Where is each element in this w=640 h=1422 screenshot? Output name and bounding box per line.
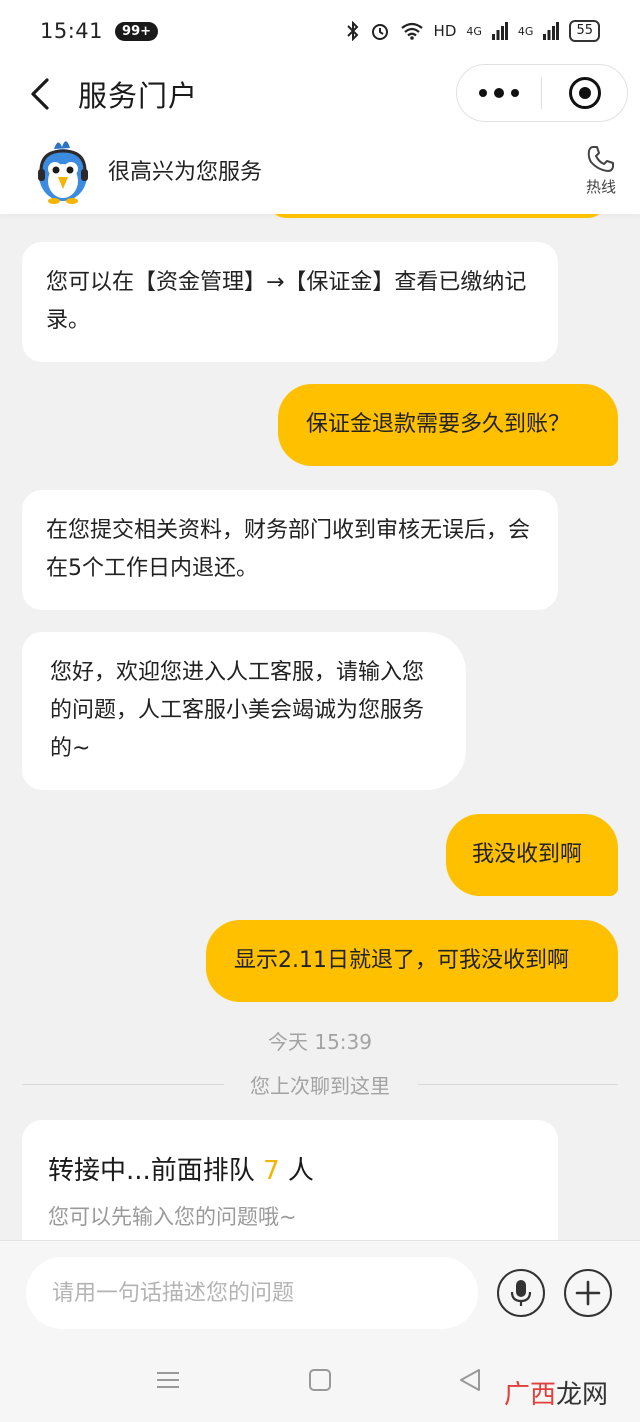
queue-prefix: 转接中...前面排队 [48, 1156, 264, 1186]
system-nav-bar: 广西 龙网 [0, 1340, 640, 1422]
menu-icon[interactable] [156, 1368, 180, 1392]
message-bubble-agent: 您好，欢迎您进入人工客服，请输入您的问题，人工客服小美会竭诚为您服务的~ [22, 632, 466, 790]
service-bar: 很高兴为您服务 热线 [0, 126, 640, 214]
wifi-icon [400, 22, 423, 40]
message-bubble-user: 我没收到啊 [446, 814, 618, 896]
hotline-button[interactable]: 热线 [586, 144, 616, 197]
input-bar [0, 1240, 640, 1340]
back-button[interactable] [10, 64, 70, 124]
watermark-part-1: 广西 [503, 1380, 556, 1410]
message-timestamp: 今天 15:39 [268, 1030, 372, 1054]
more-dots-icon [479, 89, 487, 97]
home-icon[interactable] [308, 1368, 332, 1392]
signal-label-2: 4G [517, 24, 534, 38]
queue-status-card: 转接中...前面排队 7 人 您可以先输入您的问题哦~ [22, 1120, 558, 1240]
watermark-logo: 广西 龙网 [504, 1374, 608, 1411]
status-bar: 15:41 99+ HD 4G 4G 55 [0, 0, 640, 62]
status-time: 15:41 [40, 19, 104, 43]
plus-icon [575, 1280, 601, 1306]
voice-button[interactable] [497, 1269, 545, 1317]
queue-status: 转接中...前面排队 7 人 [48, 1150, 532, 1187]
mini-program-capsule [456, 64, 628, 122]
message-input[interactable] [26, 1257, 478, 1329]
plus-button[interactable] [564, 1269, 612, 1317]
back-arrow-icon [31, 78, 49, 110]
bird-mascot-icon [38, 141, 88, 204]
message-bubble-user: 显示2.11日就退了，可我没收到啊 [206, 920, 618, 1002]
alarm-icon [371, 24, 388, 40]
service-greeting: 很高兴为您服务 [108, 160, 263, 185]
signal-bars-icon-2 [543, 22, 560, 40]
queue-suffix: 人 [279, 1156, 314, 1186]
battery-icon: 55 [569, 20, 600, 42]
phone-icon [587, 146, 614, 172]
more-dot-right [511, 89, 519, 97]
more-button[interactable] [457, 65, 541, 121]
history-divider-line-right [418, 1084, 618, 1085]
message-bubble-agent: 在您提交相关资料，财务部门收到审核无误后，会在5个工作日内退还。 [22, 490, 558, 610]
more-dot-center [494, 88, 504, 98]
notification-badge: 99+ [115, 21, 159, 41]
hotline-label: 热线 [585, 178, 616, 196]
watermark-part-2: 龙网 [555, 1380, 608, 1410]
network-label: HD [433, 22, 457, 40]
signal-bars-icon [491, 22, 508, 40]
nav-header: 服务门户 [0, 62, 640, 126]
microphone-icon [510, 1280, 532, 1306]
queue-hint: 您可以先输入您的问题哦~ [48, 1205, 297, 1229]
message-bubble-agent: 您可以在【资金管理】→【保证金】查看已缴纳记录。 [22, 242, 558, 362]
page-title: 服务门户 [78, 79, 199, 113]
queue-count: 7 [263, 1156, 280, 1186]
close-button[interactable] [542, 65, 627, 121]
back-triangle-icon[interactable] [458, 1368, 482, 1392]
chat-area[interactable]: 您可以在【资金管理】→【保证金】查看已缴纳记录。 保证金退款需要多久到账？ 在您… [0, 214, 640, 1240]
close-target-icon [568, 77, 601, 109]
message-bubble-user: 保证金退款需要多久到账？ [278, 384, 618, 466]
signal-label-1: 4G [466, 24, 482, 38]
bluetooth-icon [346, 21, 358, 41]
status-icons: HD 4G 4G 55 [346, 20, 600, 42]
partial-message-bubble [268, 214, 606, 218]
